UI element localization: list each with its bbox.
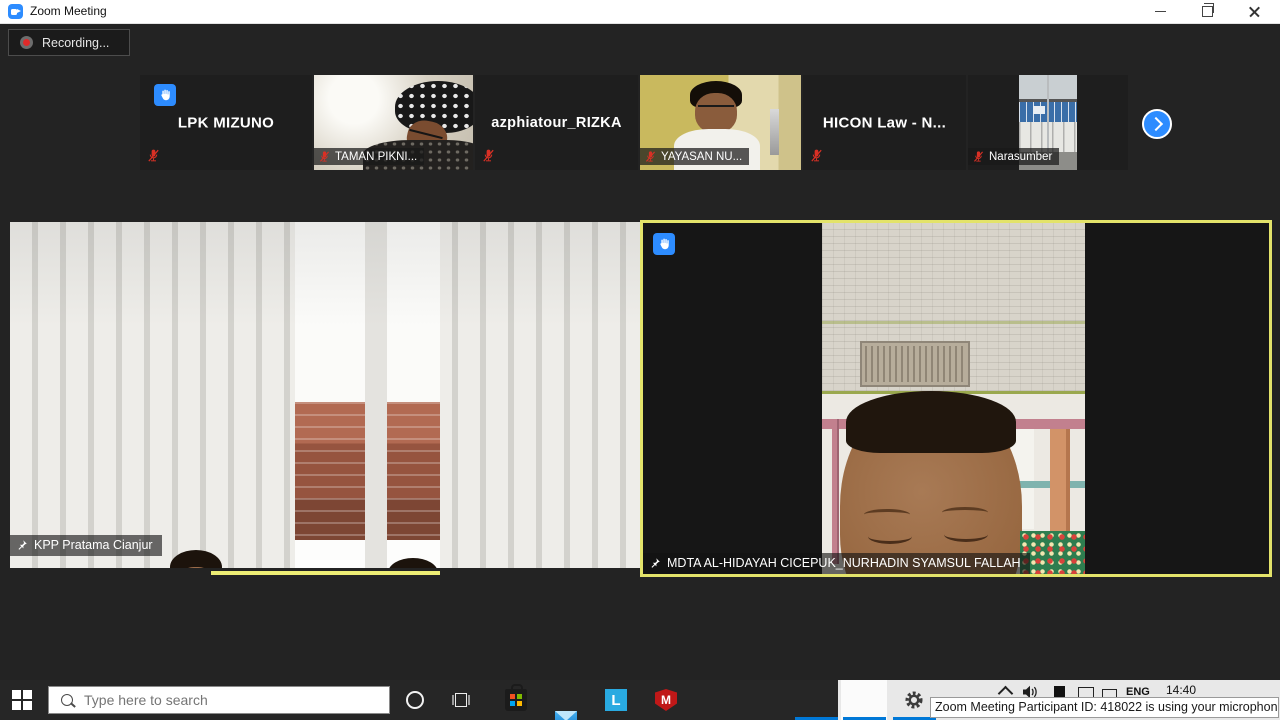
taskbar-icon-store[interactable] [505,689,527,711]
recording-dot-icon [20,36,33,49]
participant-name: Narasumber [989,151,1052,163]
microphone-tooltip: Zoom Meeting Participant ID: 418022 is u… [930,697,1279,718]
participant-name: HICON Law - N... [803,114,966,131]
search-icon [61,694,73,706]
taskbar-search[interactable] [48,686,390,714]
shading [10,222,640,568]
chevron-right-icon [1148,117,1162,131]
minimize-button[interactable] [1137,0,1183,23]
participant-name: KPP Pratama Cianjur [34,538,153,552]
taskbar-zoom-active-cell [841,680,887,720]
restore-button[interactable] [1184,0,1230,23]
participant-name-tag: MDTA AL-HIDAYAH CICEPUK_NURHADIN SYAMSUL… [643,553,1030,574]
hair [846,391,1016,453]
taskbar-icon-lenovo[interactable]: L [605,689,627,711]
participant-name: MDTA AL-HIDAYAH CICEPUK_NURHADIN SYAMSUL… [667,556,1021,570]
video-tile-kpp-pratama[interactable]: KPP Pratama Cianjur [10,222,640,568]
restore-icon [1202,6,1213,17]
closed-eye [868,529,912,544]
participant-thumb-azphiatour[interactable]: azphiatour_RIZKA [475,75,638,170]
calligraphy-plaque [860,341,970,387]
participant-label: TAMAN PIKNI... [314,148,424,165]
participant-name-tag: KPP Pratama Cianjur [10,535,162,556]
recording-label: Recording... [42,36,109,50]
closed-eye [944,527,988,542]
participant-thumb-lpk-mizuno[interactable]: LPK MIZUNO [140,75,312,170]
pin-icon [16,539,28,551]
building-sign [1033,106,1045,114]
participant-name: azphiatour_RIZKA [475,115,638,131]
mic-muted-icon [481,148,496,163]
participant-thumb-taman-piknik[interactable]: TAMAN PIKNI... [314,75,473,170]
tray-clock[interactable]: 14:40 [1166,683,1196,697]
title-bar: Zoom Meeting [0,0,1280,24]
zoom-meeting-window: Zoom Meeting Recording... LPK MIZUNO TAM… [0,0,1280,720]
wall-seam [822,321,1085,324]
video-scene [822,223,1085,574]
mcafee-glyph: M [661,693,671,707]
participant-label: Narasumber [968,148,1059,165]
close-button[interactable] [1231,0,1277,23]
window-post [832,419,839,564]
batik-shirt [1020,531,1085,574]
lenovo-glyph: L [611,692,620,709]
camera-icon [11,9,17,15]
glasses [698,105,734,107]
participant-thumb-narasumber[interactable]: Narasumber [968,75,1128,170]
start-button[interactable] [12,690,32,710]
face [840,391,1022,574]
trophy [770,109,779,155]
mic-muted-icon [146,148,161,163]
eyebrow [864,509,910,520]
raised-hand-icon [154,84,176,106]
participant-thumb-yayasan[interactable]: YAYASAN NU... [640,75,801,170]
raised-hand-icon [653,233,675,255]
participant-name: YAYASAN NU... [661,151,742,163]
participant-thumb-hicon-law[interactable]: HICON Law - N... [803,75,966,170]
participant-name: LPK MIZUNO [140,114,312,131]
taskbar-icon-settings[interactable] [903,689,925,711]
face [695,93,737,133]
window-title: Zoom Meeting [30,4,107,18]
task-view-button[interactable] [452,691,470,709]
search-input[interactable] [82,691,356,709]
participant-label: YAYASAN NU... [640,148,749,165]
active-speaker-underline [211,571,440,575]
video-tile-mdta-alhidayah[interactable]: MDTA AL-HIDAYAH CICEPUK_NURHADIN SYAMSUL… [640,220,1272,577]
recording-badge[interactable]: Recording... [8,29,130,56]
eyebrow [942,507,988,518]
zoom-app-icon [8,4,23,19]
minimize-icon [1155,11,1166,12]
participant-name: TAMAN PIKNI... [335,151,417,163]
gear-icon [903,689,925,711]
pin-icon [649,557,661,569]
next-page-button[interactable] [1142,109,1172,139]
cortana-button[interactable] [406,691,424,709]
mic-muted-icon [809,148,824,163]
flagpole [1047,75,1049,157]
taskbar-icon-mail[interactable] [555,711,577,720]
close-icon [1248,5,1261,18]
